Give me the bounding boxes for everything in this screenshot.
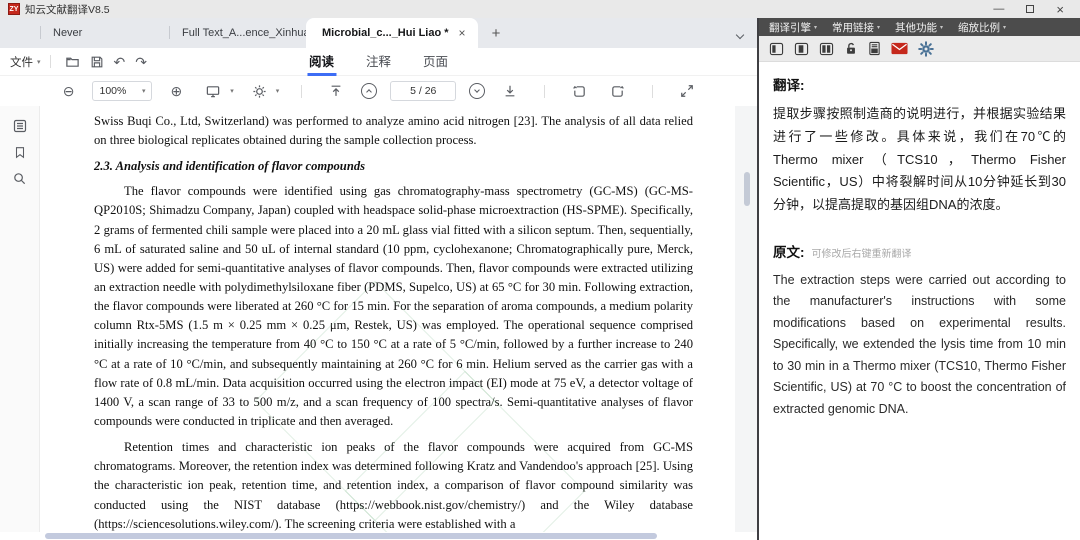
zoom-out-icon[interactable]: ⊖: [63, 84, 75, 98]
horizontal-scrollbar-thumb[interactable]: [45, 533, 657, 539]
menu-zoom-ratio[interactable]: 缩放比例 ▾: [958, 20, 1006, 35]
minimize-button[interactable]: —: [993, 4, 1004, 15]
translation-icon-row: [759, 36, 1080, 62]
page-toolbar: ⊖ 100% ▾ ⊕ ▾: [0, 76, 757, 106]
menu-common-links[interactable]: 常用链接 ▾: [832, 20, 880, 35]
pdf-page: Swiss Buqi Co., Ltd, Switzerland) was pe…: [40, 106, 735, 532]
next-page-icon[interactable]: [469, 83, 485, 99]
tab-page[interactable]: 页面: [421, 48, 450, 76]
layout-left-icon[interactable]: [769, 42, 784, 56]
go-to-top-icon[interactable]: [329, 84, 343, 98]
unlock-icon[interactable]: [844, 41, 858, 56]
original-label: 原文:: [773, 241, 805, 261]
translation-text[interactable]: 提取步骤按照制造商的说明进行，并根据实验结果进行了一些修改。具体来说，我们在70…: [773, 103, 1066, 217]
toolbar-divider: [301, 85, 302, 98]
zoom-level-select[interactable]: 100% ▾: [92, 81, 152, 101]
caret-down-icon: ▾: [37, 58, 41, 66]
layout-split-icon[interactable]: [819, 42, 834, 56]
original-header: 原文: 可修改后右键重新翻译: [773, 241, 1066, 261]
caret-down-icon: ▾: [142, 87, 146, 95]
page-number-input[interactable]: 5 / 26: [390, 81, 456, 101]
toolbar-divider: [544, 85, 545, 98]
undo-icon[interactable]: ↶: [114, 55, 126, 69]
tab-never[interactable]: Never: [41, 18, 169, 48]
original-text[interactable]: The extraction steps were carried out ac…: [773, 270, 1066, 421]
window-title: 知云文献翻译V8.5: [25, 2, 110, 17]
tab-fulltext[interactable]: Full Text_A...ence_Xinhua: [170, 18, 306, 48]
search-icon[interactable]: [12, 171, 27, 186]
tab-label: Never: [53, 27, 82, 39]
caret-down-icon: ▾: [877, 24, 880, 31]
redo-icon[interactable]: ↷: [135, 55, 147, 69]
translation-menu-bar: 翻译引擎 ▾ 常用链接 ▾ 其他功能 ▾ 缩放比例 ▾: [759, 18, 1080, 36]
menu-other-functions[interactable]: 其他功能 ▾: [895, 20, 943, 35]
tab-overflow-chevron-down-icon[interactable]: [737, 23, 743, 43]
toolbar-divider: [652, 85, 653, 98]
toolbar-divider: [50, 55, 51, 68]
bookmark-panel-icon[interactable]: [13, 145, 27, 160]
page-indicator: 5 / 26: [410, 85, 436, 97]
gear-settings-icon[interactable]: [918, 41, 934, 57]
new-tab-button[interactable]: +: [478, 18, 515, 48]
close-window-button[interactable]: ×: [1056, 3, 1064, 16]
vertical-scrollbar-thumb[interactable]: [744, 172, 750, 206]
caret-down-icon: ▾: [1003, 24, 1006, 31]
maximize-button[interactable]: [1026, 5, 1034, 13]
document-paragraph: The flavor compounds were identified usi…: [94, 182, 693, 431]
download-icon[interactable]: [503, 84, 517, 98]
translation-label: 翻译:: [773, 74, 1066, 94]
brightness-icon[interactable]: [252, 84, 267, 99]
original-hint: 可修改后右键重新翻译: [812, 245, 912, 260]
document-sidebar: [0, 106, 40, 532]
save-icon[interactable]: [90, 55, 104, 69]
menu-translation-engine[interactable]: 翻译引擎 ▾: [769, 20, 817, 35]
caret-down-icon: ▾: [276, 87, 280, 95]
rotate-right-icon[interactable]: [610, 84, 625, 99]
window-controls: — ×: [993, 3, 1072, 16]
thumbnails-panel-icon[interactable]: [12, 118, 28, 134]
document-paragraph: Swiss Buqi Co., Ltd, Switzerland) was pe…: [94, 112, 693, 150]
previous-page-icon[interactable]: [361, 83, 377, 99]
zoom-in-icon[interactable]: ⊕: [170, 84, 182, 98]
display-mode-icon[interactable]: [205, 84, 221, 99]
view-mode-tabs: 阅读 注释 页面: [307, 48, 450, 76]
page-layout-icon[interactable]: [868, 41, 881, 56]
translation-content: 翻译: 提取步骤按照制造商的说明进行，并根据实验结果进行了一些修改。具体来说，我…: [759, 62, 1080, 540]
pdf-viewer-pane: Never Full Text_A...ence_Xinhua Microbia…: [0, 18, 757, 540]
document-area: Swiss Buqi Co., Ltd, Switzerland) was pe…: [0, 106, 757, 532]
file-menu-button[interactable]: 文件 ▾: [10, 54, 41, 70]
document-paragraph: Retention times and characteristic ion p…: [94, 438, 693, 532]
zoom-level-value: 100%: [99, 85, 126, 97]
tab-label: Full Text_A...ence_Xinhua: [182, 27, 310, 39]
menu-label: 缩放比例: [958, 20, 1000, 35]
horizontal-scrollbar: [0, 532, 757, 540]
tab-close-icon[interactable]: ×: [459, 26, 466, 40]
open-folder-icon[interactable]: [65, 54, 80, 69]
app-window: ZY 知云文献翻译V8.5 — × Never Full Text_A...en…: [0, 0, 1080, 540]
tab-annotate[interactable]: 注释: [364, 48, 393, 76]
menu-label: 翻译引擎: [769, 20, 811, 35]
rotate-left-icon[interactable]: [572, 84, 587, 99]
page-scroll-region[interactable]: Swiss Buqi Co., Ltd, Switzerland) was pe…: [40, 106, 757, 532]
title-bar: ZY 知云文献翻译V8.5 — ×: [0, 0, 1080, 18]
tab-bar: Never Full Text_A...ence_Xinhua Microbia…: [0, 18, 757, 48]
layout-middle-icon[interactable]: [794, 42, 809, 56]
tab-label: Microbial_c..._Hui Liao *: [322, 27, 449, 39]
mail-icon[interactable]: [891, 42, 908, 55]
file-menu-label: 文件: [10, 54, 33, 70]
tabbar-spacer: [0, 18, 40, 48]
fullscreen-expand-icon[interactable]: [680, 84, 694, 98]
menu-label: 常用链接: [832, 20, 874, 35]
app-logo-icon: ZY: [8, 3, 20, 15]
caret-down-icon: ▾: [230, 87, 234, 95]
main-toolbar: 文件 ▾ ↶ ↷ 阅读 注释: [0, 48, 757, 76]
translation-pane: 翻译引擎 ▾ 常用链接 ▾ 其他功能 ▾ 缩放比例 ▾: [757, 18, 1080, 540]
caret-down-icon: ▾: [940, 24, 943, 31]
tab-read[interactable]: 阅读: [307, 48, 336, 76]
menu-label: 其他功能: [895, 20, 937, 35]
caret-down-icon: ▾: [814, 24, 817, 31]
tab-microbial-active[interactable]: Microbial_c..._Hui Liao * ×: [306, 18, 478, 48]
document-section-heading: 2.3. Analysis and identification of flav…: [94, 159, 693, 174]
